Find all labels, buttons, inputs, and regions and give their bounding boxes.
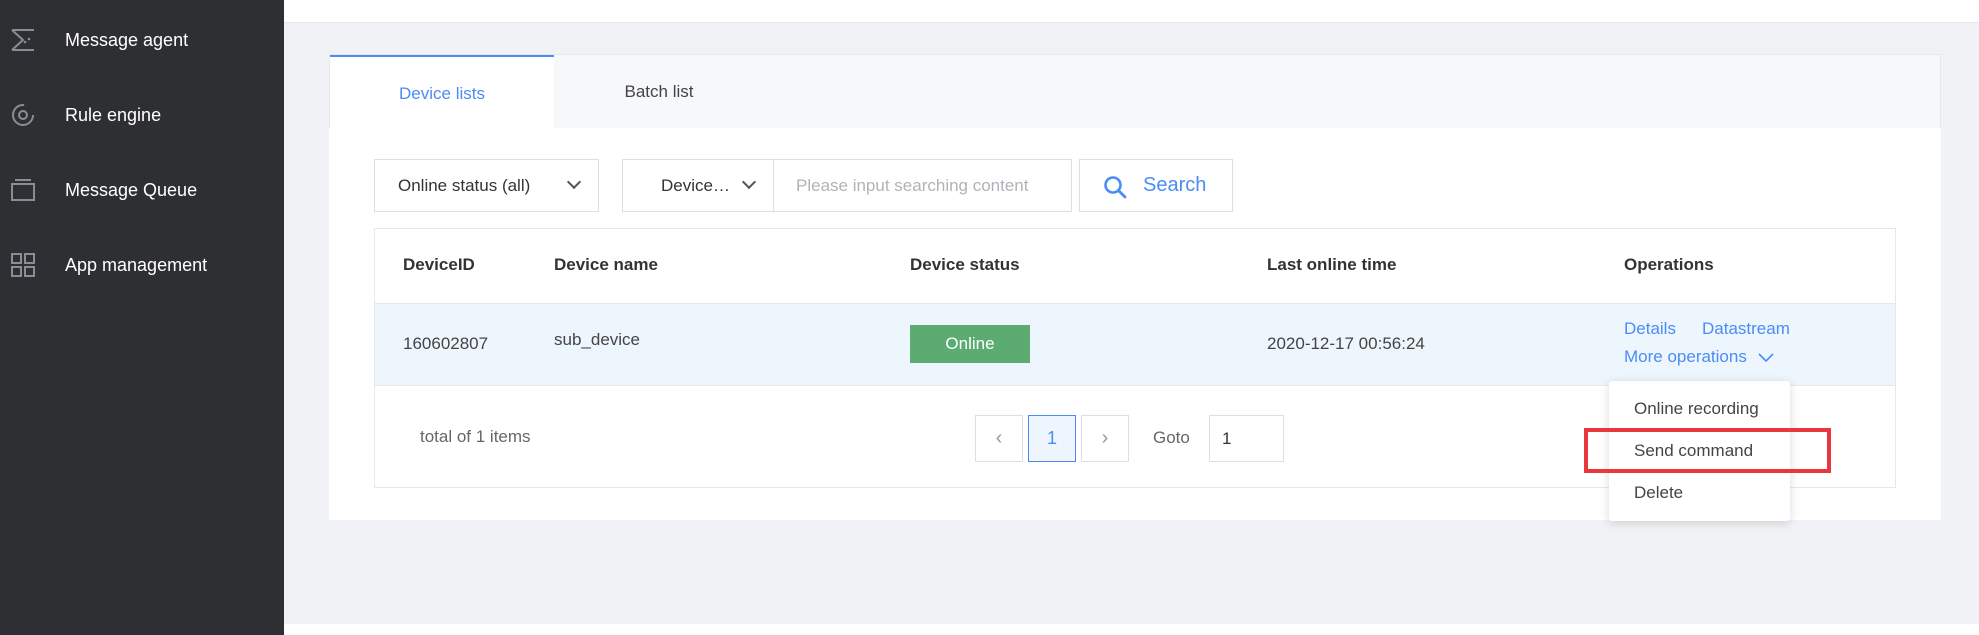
- sidebar-item-label: Rule engine: [65, 104, 162, 125]
- more-operations-label: More operations: [1624, 347, 1747, 366]
- column-header-operations: Operations: [1624, 255, 1714, 274]
- tab-device-lists[interactable]: Device lists: [330, 55, 554, 130]
- message-agent-icon: [11, 29, 34, 51]
- goto-page-input[interactable]: [1209, 415, 1284, 462]
- chevron-down-icon: [1758, 352, 1774, 362]
- search-button-label: Search: [1143, 174, 1207, 196]
- search-button[interactable]: Search: [1079, 159, 1233, 212]
- column-header-device-name: Device name: [554, 255, 658, 274]
- datastream-link[interactable]: Datastream: [1702, 319, 1790, 339]
- chevron-down-icon: [566, 174, 582, 190]
- bottom-bar: [284, 624, 1979, 635]
- chevron-down-icon: [741, 174, 757, 190]
- search-input[interactable]: [774, 159, 1072, 212]
- search-field-select-value: Device…: [661, 175, 730, 195]
- search-field-select[interactable]: Device…: [622, 159, 774, 212]
- sidebar-item-message-queue[interactable]: Message Queue: [0, 160, 284, 220]
- grid-icon: [11, 253, 35, 277]
- sidebar-item-app-management[interactable]: App management: [0, 235, 284, 295]
- goto-label: Goto: [1153, 428, 1190, 447]
- sidebar-item-label: App management: [65, 254, 208, 275]
- details-link[interactable]: Details: [1624, 319, 1676, 339]
- last-online-time-cell: 2020-12-17 00:56:24: [1267, 334, 1425, 353]
- menu-item-delete[interactable]: Delete: [1634, 483, 1683, 503]
- column-header-deviceid: DeviceID: [403, 255, 475, 274]
- prev-page-button[interactable]: ‹: [975, 415, 1023, 462]
- sidebar-item-rule-engine[interactable]: Rule engine: [0, 85, 284, 145]
- sidebar-item-message-agent[interactable]: Message agent: [0, 10, 284, 70]
- sidebar-item-label: Message agent: [65, 29, 189, 50]
- tab-batch-list[interactable]: Batch list: [554, 55, 764, 129]
- chevron-right-icon: ›: [1101, 427, 1109, 449]
- message-queue-icon: [11, 179, 35, 201]
- page-1-button[interactable]: 1: [1028, 415, 1076, 462]
- tab-bar: Device lists Batch list: [329, 54, 1941, 130]
- column-header-device-status: Device status: [910, 255, 1020, 274]
- rule-engine-icon: [12, 104, 34, 126]
- highlight-box: [1584, 428, 1831, 473]
- chevron-left-icon: ‹: [995, 427, 1003, 449]
- table-row: 160602807 sub_device Online 2020-12-17 0…: [375, 303, 1895, 386]
- more-operations-link[interactable]: More operations: [1624, 347, 1774, 367]
- sidebar-item-label: Message Queue: [65, 179, 198, 200]
- menu-item-online-recording[interactable]: Online recording: [1634, 399, 1759, 419]
- top-bar: [284, 0, 1979, 23]
- total-items-text: total of 1 items: [420, 427, 531, 446]
- search-icon: [1104, 176, 1127, 199]
- column-header-last-online-time: Last online time: [1267, 255, 1397, 274]
- next-page-button[interactable]: ›: [1081, 415, 1129, 462]
- online-status-select-value: Online status (all): [398, 175, 531, 195]
- device-name-cell: sub_device: [554, 330, 641, 349]
- sidebar: Message agent Rule engine Message Queue …: [0, 0, 284, 635]
- status-badge: Online: [910, 325, 1030, 363]
- online-status-select[interactable]: Online status (all): [374, 159, 599, 212]
- device-id-cell: 160602807: [403, 334, 489, 353]
